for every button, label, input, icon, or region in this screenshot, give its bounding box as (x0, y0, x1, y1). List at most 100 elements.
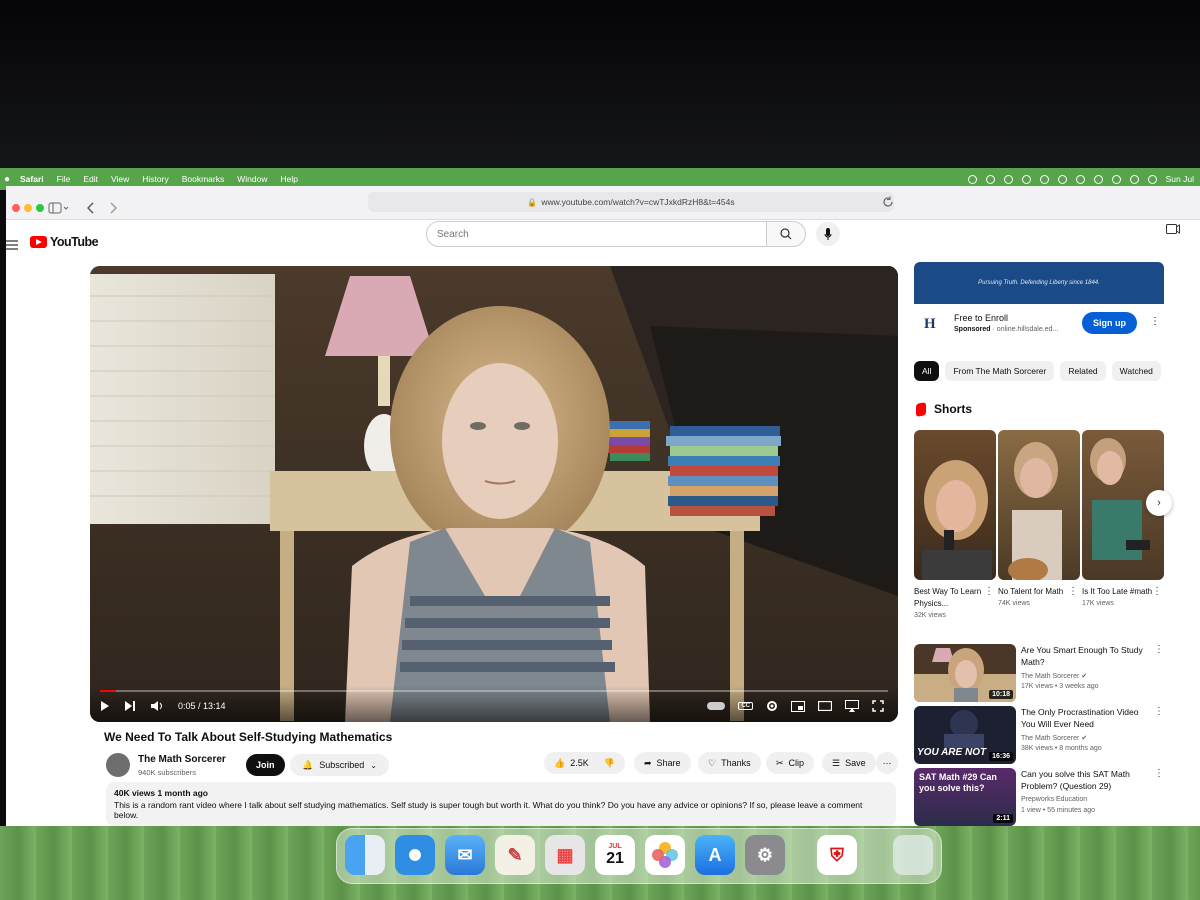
thumbs-down-icon[interactable]: 👎 (604, 758, 615, 769)
launchpad-icon[interactable]: ▦ (545, 835, 585, 875)
thanks-button[interactable]: ♡ Thanks (698, 752, 761, 774)
short-card[interactable]: Is It Too Late #math 17K views ⋮ (1082, 430, 1164, 607)
play-status-icon[interactable] (985, 174, 995, 184)
shorts-next-button[interactable]: › (1146, 490, 1172, 516)
short-thumbnail[interactable] (998, 430, 1080, 580)
video-thumbnail[interactable]: SAT Math #29 Can you solve this? 2:11 (914, 768, 1016, 826)
autoplay-toggle[interactable] (707, 702, 726, 710)
sponsored-ad[interactable]: Pursuing Truth. Defending Liberty since … (914, 262, 1164, 340)
recommended-video[interactable]: 10:18 Are You Smart Enough To Study Math… (914, 644, 1184, 702)
menu-file[interactable]: File (57, 174, 71, 184)
play-icon[interactable] (100, 700, 110, 712)
close-window-icon[interactable] (12, 204, 20, 212)
video-more-icon[interactable]: ⋮ (1154, 706, 1164, 717)
recommended-video[interactable]: YOU ARE NOT 16:36 The Only Procrastinati… (914, 706, 1184, 764)
save-button[interactable]: ☰ Save (822, 752, 876, 774)
reload-icon[interactable] (882, 196, 894, 208)
menu-hamburger-icon[interactable] (6, 240, 18, 250)
address-bar[interactable]: 🔒 www.youtube.com/watch?v=cwTJxkdRzH8&t=… (368, 192, 894, 212)
url-text: www.youtube.com/watch?v=cwTJxkdRzH8&t=45… (541, 197, 735, 207)
video-thumbnail[interactable]: YOU ARE NOT 16:36 (914, 706, 1016, 764)
chip-related[interactable]: Related (1060, 361, 1106, 381)
volume-icon[interactable] (150, 700, 164, 712)
time-machine-icon[interactable] (1021, 174, 1031, 184)
progress-bar[interactable] (100, 690, 888, 692)
captions-button[interactable]: CC (738, 702, 753, 710)
control-center-icon[interactable] (1111, 174, 1121, 184)
pages-icon[interactable]: ✎ (495, 835, 535, 875)
settings-gear-icon[interactable] (766, 700, 778, 712)
short-more-icon[interactable]: ⋮ (984, 586, 994, 597)
video-more-icon[interactable]: ⋮ (1154, 768, 1164, 779)
miniplayer-icon[interactable] (791, 700, 805, 712)
next-video-icon[interactable] (124, 700, 136, 712)
volume-icon[interactable] (1039, 174, 1049, 184)
photos-icon[interactable] (645, 835, 685, 875)
search-button[interactable] (766, 221, 806, 247)
menu-app-name[interactable]: Safari (20, 174, 44, 184)
menu-edit[interactable]: Edit (83, 174, 98, 184)
user-icon[interactable] (1093, 174, 1103, 184)
apple-icon[interactable]: ● (4, 174, 14, 185)
share-button[interactable]: ➦ Share (634, 752, 691, 774)
clip-label: Clip (788, 758, 805, 768)
recommended-video[interactable]: SAT Math #29 Can you solve this? 2:11 Ca… (914, 768, 1184, 826)
menu-window[interactable]: Window (237, 174, 267, 184)
safari-icon[interactable] (395, 835, 435, 875)
video-duration: 10:18 (989, 690, 1013, 699)
bluetooth-icon[interactable] (1057, 174, 1067, 184)
theater-mode-icon[interactable] (818, 701, 832, 711)
status-icon[interactable] (967, 174, 977, 184)
zoom-window-icon[interactable] (36, 204, 44, 212)
wifi-icon[interactable] (1075, 174, 1085, 184)
airplay-icon[interactable] (845, 700, 859, 712)
chip-watched[interactable]: Watched (1111, 361, 1161, 381)
create-icon[interactable] (1166, 224, 1180, 235)
finder-icon[interactable] (345, 835, 385, 875)
video-thumbnail[interactable]: 10:18 (914, 644, 1016, 702)
clip-button[interactable]: ✂ Clip (766, 752, 815, 774)
app-store-icon[interactable]: A (695, 835, 735, 875)
join-button[interactable]: Join (246, 754, 285, 776)
short-more-icon[interactable]: ⋮ (1068, 586, 1078, 597)
short-card[interactable]: Best Way To Learn Physics... 32K views ⋮ (914, 430, 996, 619)
spotlight-icon[interactable] (1129, 174, 1139, 184)
short-title: Best Way To Learn Physics... (914, 587, 982, 608)
mail-icon[interactable]: ✉ (445, 835, 485, 875)
calendar-icon[interactable]: JUL 21 (595, 835, 635, 875)
short-more-icon[interactable]: ⋮ (1152, 586, 1162, 597)
menu-clock[interactable]: Sun Jul (1166, 174, 1194, 184)
chip-from-channel[interactable]: From The Math Sorcerer (945, 361, 1055, 381)
like-button[interactable]: 👍 2.5K 👎 (544, 752, 625, 774)
description-box[interactable]: 40K views 1 month ago This is a random r… (106, 782, 896, 826)
signup-button[interactable]: Sign up (1082, 312, 1137, 334)
security-app-icon[interactable]: ⛨ (817, 835, 857, 875)
voice-search-button[interactable] (816, 222, 840, 246)
back-icon[interactable] (86, 202, 96, 214)
subscribed-button[interactable]: 🔔 Subscribed ⌄ (290, 754, 389, 776)
menu-help[interactable]: Help (280, 174, 297, 184)
channel-avatar[interactable] (106, 753, 130, 777)
menu-view[interactable]: View (111, 174, 129, 184)
search-input[interactable]: Search (426, 221, 768, 247)
menu-bookmarks[interactable]: Bookmarks (182, 174, 225, 184)
menu-history[interactable]: History (142, 174, 168, 184)
short-thumbnail[interactable] (914, 430, 996, 580)
sidebar-icon[interactable] (48, 202, 70, 214)
more-actions-button[interactable]: ⋯ (876, 752, 898, 774)
youtube-logo[interactable]: YouTube (30, 235, 99, 249)
short-card[interactable]: No Talent for Math 74K views ⋮ (998, 430, 1080, 607)
video-more-icon[interactable]: ⋮ (1154, 644, 1164, 655)
ad-more-icon[interactable]: ⋮ (1150, 316, 1160, 327)
eject-icon[interactable] (1003, 174, 1013, 184)
minimize-window-icon[interactable] (24, 204, 32, 212)
fullscreen-icon[interactable] (872, 700, 884, 712)
channel-name[interactable]: The Math Sorcerer (138, 754, 226, 765)
trash-icon[interactable] (893, 835, 933, 875)
ad-banner[interactable]: Pursuing Truth. Defending Liberty since … (914, 262, 1164, 304)
video-player[interactable]: 0:05 / 13:14 CC (90, 266, 898, 722)
chip-all[interactable]: All (914, 361, 940, 381)
siri-icon[interactable] (1147, 174, 1157, 184)
system-settings-icon[interactable]: ⚙ (745, 835, 785, 875)
forward-icon[interactable] (108, 202, 118, 214)
